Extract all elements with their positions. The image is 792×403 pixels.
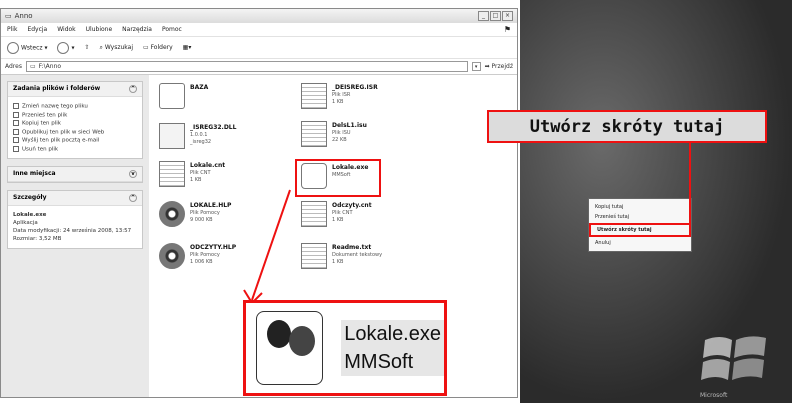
file-item[interactable]: Readme.txt Dokument tekstowy 1 KB xyxy=(301,243,441,269)
mail-icon xyxy=(13,137,19,143)
globe-icon xyxy=(13,128,19,135)
maximize-button[interactable]: □ xyxy=(490,11,501,21)
menu-tools[interactable]: Narzędzia xyxy=(122,26,152,33)
ctx-create-shortcuts[interactable]: Utwórz skróty tutaj xyxy=(589,223,691,237)
expand-icon[interactable]: v xyxy=(129,170,137,178)
help-file-icon xyxy=(159,243,185,269)
document-icon xyxy=(301,83,327,109)
file-item[interactable]: DelsL1.isu Plik ISU 22 KB xyxy=(301,121,441,147)
menu-view[interactable]: Widok xyxy=(57,26,75,33)
other-places-panel: Inne miejsca v xyxy=(7,166,143,183)
move-icon xyxy=(13,111,19,118)
folder-icon: ▭ xyxy=(5,12,12,20)
address-dropdown[interactable]: ▾ xyxy=(471,62,481,71)
address-input[interactable]: ▭ F:\Anno xyxy=(25,61,468,72)
collapse-icon[interactable]: ^ xyxy=(129,85,137,93)
ctx-cancel[interactable]: Anuluj xyxy=(589,238,691,248)
delete-icon xyxy=(13,145,19,152)
file-item[interactable]: _DEISREG.ISR Plik ISR 1 KB xyxy=(301,83,441,109)
file-item[interactable]: Odczyty.cnt Plik CNT 1 KB xyxy=(301,201,441,227)
windows-flag-icon: ⚑ xyxy=(503,25,511,34)
folders-button[interactable]: ▭ Foldery xyxy=(143,44,173,51)
back-arrow-icon xyxy=(7,41,19,54)
rename-icon xyxy=(13,103,19,109)
file-tasks-panel: Zadania plików i folderów ^ Zmień nazwę t… xyxy=(7,81,143,159)
task-publish[interactable]: Opublikuj ten plik w sieci Web xyxy=(13,128,137,135)
windows-logo-icon xyxy=(701,336,766,380)
panel-title: Szczegóły xyxy=(13,194,47,201)
zoomed-file-preview: Lokale.exe MMSoft xyxy=(243,300,447,396)
toolbar: Wstecz ▾ ▾ ⇧ ⌕ Wyszukaj ▭ Foldery ▦▾ xyxy=(1,37,517,59)
detail-type: Aplikacja xyxy=(13,220,38,226)
zoom-filename: Lokale.exe xyxy=(341,320,444,348)
title-bar: ▭ Anno _ □ × xyxy=(1,9,517,23)
detail-modified: Data modyfikacji: 24 września 2008, 13:5… xyxy=(13,228,132,234)
file-item[interactable]: Lokale.cnt Plik CNT 1 KB xyxy=(159,161,299,187)
forward-arrow-icon xyxy=(57,41,70,54)
menu-help[interactable]: Pomoc xyxy=(162,26,182,33)
document-icon xyxy=(301,201,327,227)
panel-title: Inne miejsca xyxy=(13,170,56,177)
copy-icon xyxy=(13,120,19,126)
desktop-brand-text: Microsoft xyxy=(700,392,728,399)
context-menu: Kopiuj tutaj Przenieś tutaj Utwórz skrót… xyxy=(588,198,692,252)
address-bar: Adres ▭ F:\Anno ▾ ➡ Przejdź xyxy=(1,59,517,75)
forward-button[interactable]: ▾ xyxy=(57,41,75,54)
detail-size: Rozmiar: 3,52 MB xyxy=(13,236,62,242)
tasks-pane: Zadania plików i folderów ^ Zmień nazwę t… xyxy=(1,75,149,397)
window-title: Anno xyxy=(14,12,33,20)
dll-icon xyxy=(159,123,185,149)
menu-favorites[interactable]: Ulubione xyxy=(86,26,113,33)
panel-title: Zadania plików i folderów xyxy=(13,85,101,92)
document-icon xyxy=(301,121,327,147)
help-file-icon xyxy=(159,201,185,227)
go-button[interactable]: ➡ Przejdź xyxy=(485,63,513,70)
address-label: Adres xyxy=(5,63,22,70)
details-panel: Szczegóły ^ Lokale.exe Aplikacja Data mod… xyxy=(7,190,143,249)
file-item[interactable]: _ISREG32.DLL 1.0.0.1 _isreg32 xyxy=(159,123,299,149)
views-button[interactable]: ▦▾ xyxy=(183,44,192,51)
menu-file[interactable]: Plik xyxy=(7,26,17,33)
task-delete[interactable]: Usuń ten plik xyxy=(13,145,137,152)
callout-label: Utwórz skróty tutaj xyxy=(487,110,767,143)
ctx-move-here[interactable]: Przenieś tutaj xyxy=(589,212,691,222)
task-copy[interactable]: Kopiuj ten plik xyxy=(13,120,137,127)
zoom-publisher: MMSoft xyxy=(341,348,444,376)
menu-bar: Plik Edycja Widok Ulubione Narzędzia Pom… xyxy=(1,23,517,37)
task-email[interactable]: Wyślij ten plik pocztą e-mail xyxy=(13,137,137,144)
folder-icon xyxy=(159,83,185,109)
file-item[interactable]: ODCZYTY.HLP Plik Pomocy 1 006 KB xyxy=(159,243,299,269)
text-file-icon xyxy=(301,243,327,269)
up-button[interactable]: ⇧ xyxy=(85,44,90,51)
minimize-button[interactable]: _ xyxy=(478,11,489,21)
menu-edit[interactable]: Edycja xyxy=(27,26,47,33)
search-button[interactable]: ⌕ Wyszukaj xyxy=(100,44,133,52)
application-icon xyxy=(256,311,324,385)
back-button[interactable]: Wstecz ▾ xyxy=(7,41,47,54)
file-item[interactable]: LOKALE.HLP Plik Pomocy 9 000 KB xyxy=(159,201,299,227)
ctx-copy-here[interactable]: Kopiuj tutaj xyxy=(589,202,691,212)
detail-name: Lokale.exe xyxy=(13,212,47,218)
folder-icon: ▭ xyxy=(29,63,36,70)
selection-highlight xyxy=(295,159,381,197)
task-rename[interactable]: Zmień nazwę tego pliku xyxy=(13,103,137,110)
collapse-icon[interactable]: ^ xyxy=(129,194,137,202)
file-item[interactable]: BAZA xyxy=(159,83,299,109)
close-button[interactable]: × xyxy=(502,11,513,21)
task-move[interactable]: Przenieś ten plik xyxy=(13,111,137,118)
document-icon xyxy=(159,161,185,187)
